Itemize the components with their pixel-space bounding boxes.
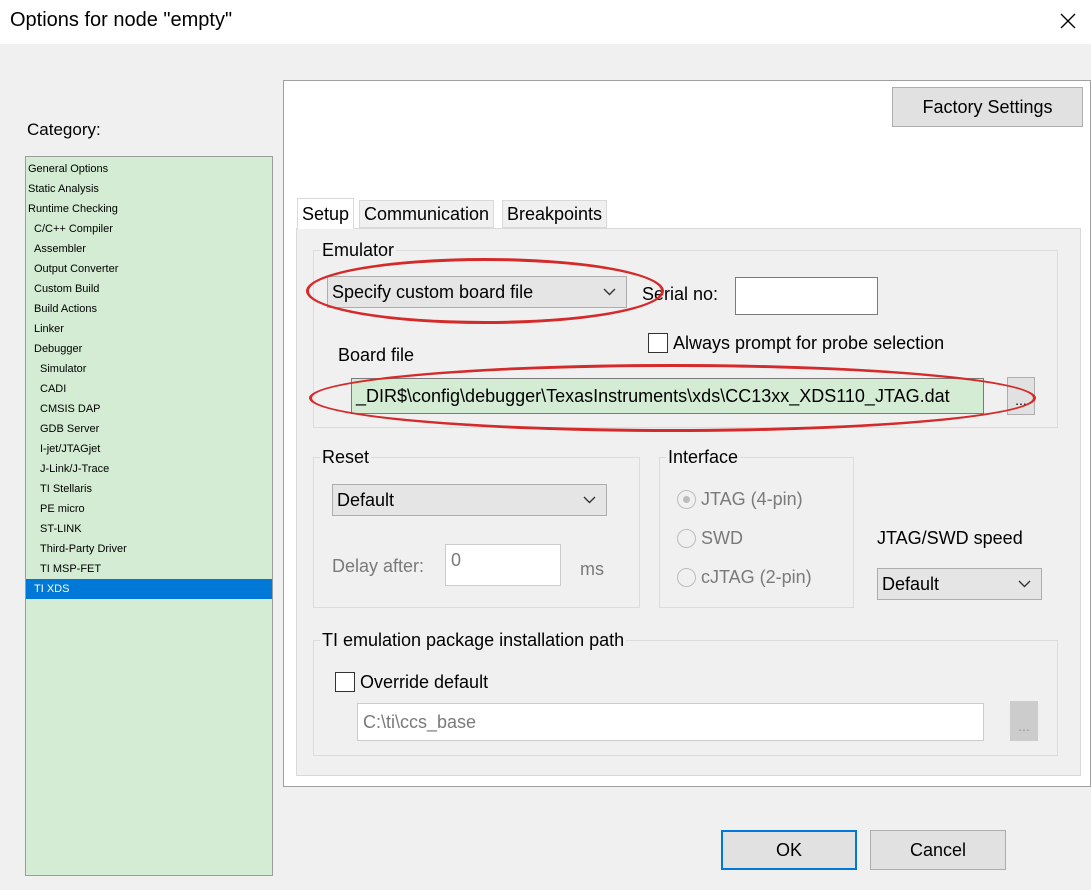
title-bar: Options for node "empty"	[0, 0, 1091, 44]
override-default-checkbox[interactable]	[335, 672, 355, 692]
ok-button[interactable]: OK	[721, 830, 857, 870]
close-button[interactable]	[1048, 4, 1088, 38]
factory-settings-button[interactable]: Factory Settings	[892, 87, 1083, 127]
category-item-static-analysis[interactable]: Static Analysis	[26, 179, 272, 199]
category-item-third-party-driver[interactable]: Third-Party Driver	[26, 539, 272, 559]
category-item-c-c-compiler[interactable]: C/C++ Compiler	[26, 219, 272, 239]
interface-cjtag-label: cJTAG (2-pin)	[701, 567, 812, 587]
emulator-select-value: Specify custom board file	[332, 281, 534, 302]
category-item-linker[interactable]: Linker	[26, 319, 272, 339]
ti-path-input[interactable]: C:\ti\ccs_base	[357, 703, 984, 741]
chevron-down-icon	[1018, 580, 1031, 588]
category-label: Category:	[27, 120, 101, 139]
category-item-ti-xds[interactable]: TI XDS	[26, 579, 272, 599]
category-item-j-link-j-trace[interactable]: J-Link/J-Trace	[26, 459, 272, 479]
interface-swd-radio[interactable]	[677, 529, 696, 548]
category-item-simulator[interactable]: Simulator	[26, 359, 272, 379]
category-item-runtime-checking[interactable]: Runtime Checking	[26, 199, 272, 219]
chevron-down-icon	[583, 496, 596, 504]
chevron-down-icon	[603, 288, 616, 296]
jtag-swd-speed-value: Default	[882, 573, 940, 594]
override-default-label: Override default	[360, 672, 489, 692]
interface-swd-label: SWD	[701, 528, 743, 548]
interface-cjtag-radio[interactable]	[677, 568, 696, 587]
category-item-ti-msp-fet[interactable]: TI MSP-FET	[26, 559, 272, 579]
category-item-custom-build[interactable]: Custom Build	[26, 279, 272, 299]
always-prompt-checkbox[interactable]	[648, 333, 668, 353]
category-item-output-converter[interactable]: Output Converter	[26, 259, 272, 279]
board-file-label: Board file	[338, 345, 415, 365]
interface-legend: Interface	[666, 447, 741, 468]
interface-jtag-label: JTAG (4-pin)	[701, 489, 803, 509]
always-prompt-label: Always prompt for probe selection	[673, 333, 945, 353]
board-file-input[interactable]: _DIR$\config\debugger\TexasInstruments\x…	[351, 378, 984, 414]
category-item-cmsis-dap[interactable]: CMSIS DAP	[26, 399, 272, 419]
category-item-build-actions[interactable]: Build Actions	[26, 299, 272, 319]
category-item-debugger[interactable]: Debugger	[26, 339, 272, 359]
emulator-select[interactable]: Specify custom board file	[327, 276, 627, 308]
category-item-i-jet-jtagjet[interactable]: I-jet/JTAGjet	[26, 439, 272, 459]
category-item-assembler[interactable]: Assembler	[26, 239, 272, 259]
category-tree[interactable]: General Options Static Analysis Runtime Ch…	[25, 156, 273, 876]
jtag-swd-speed-select[interactable]: Default	[877, 568, 1042, 600]
close-icon	[1060, 13, 1076, 29]
category-item-st-link[interactable]: ST-LINK	[26, 519, 272, 539]
delay-unit-label: ms	[580, 559, 604, 579]
cancel-button[interactable]: Cancel	[870, 830, 1006, 870]
tab-breakpoints[interactable]: Breakpoints	[502, 200, 608, 228]
delay-after-label: Delay after:	[332, 556, 425, 576]
delay-after-input[interactable]: 0	[445, 544, 561, 586]
category-item-gdb-server[interactable]: GDB Server	[26, 419, 272, 439]
ti-path-legend: TI emulation package installation path	[320, 630, 627, 651]
emulator-legend: Emulator	[320, 240, 397, 261]
window-title: Options for node "empty"	[10, 9, 233, 31]
ti-path-browse-button[interactable]: ...	[1010, 701, 1038, 741]
reset-select-value: Default	[337, 489, 395, 510]
board-file-browse-button[interactable]: ...	[1007, 377, 1035, 415]
serial-no-input[interactable]	[735, 277, 878, 315]
category-item-pe-micro[interactable]: PE micro	[26, 499, 272, 519]
reset-legend: Reset	[320, 447, 372, 468]
tab-setup[interactable]: Setup	[297, 198, 355, 229]
category-item-cadi[interactable]: CADI	[26, 379, 272, 399]
serial-no-label: Serial no:	[642, 284, 719, 304]
interface-jtag-radio[interactable]	[677, 490, 696, 509]
jtag-swd-speed-label: JTAG/SWD speed	[877, 528, 1023, 548]
category-item-general-options[interactable]: General Options	[26, 159, 272, 179]
category-item-ti-stellaris[interactable]: TI Stellaris	[26, 479, 272, 499]
reset-select[interactable]: Default	[332, 484, 607, 516]
tab-communication[interactable]: Communication	[359, 200, 495, 228]
